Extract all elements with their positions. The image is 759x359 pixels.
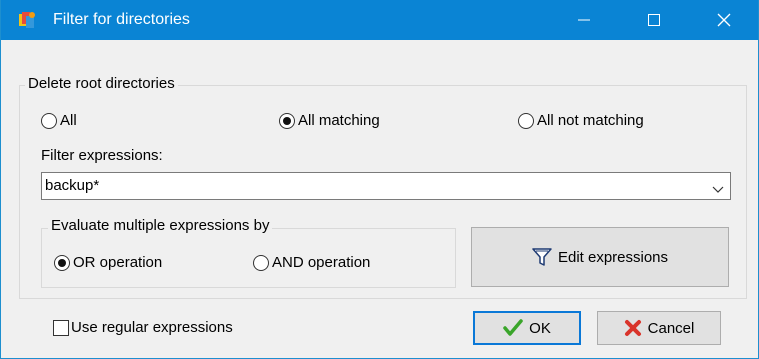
radio-or-label: OR operation (73, 254, 163, 271)
edit-expressions-button[interactable]: Edit expressions (471, 227, 729, 287)
filter-expressions-label: Filter expressions: (41, 147, 163, 164)
radio-and-operation[interactable]: AND operation (253, 254, 370, 272)
close-button[interactable] (701, 0, 747, 40)
filter-expressions-combo[interactable]: backup* (41, 172, 731, 200)
minimize-button[interactable] (561, 0, 607, 40)
dialog-window: Filter for directories Delete root direc… (0, 0, 759, 359)
radio-all-matching-circle[interactable] (279, 113, 295, 129)
use-regular-expressions-checkbox[interactable]: Use regular expressions (53, 319, 233, 337)
funnel-icon (532, 247, 552, 267)
app-icon (19, 11, 37, 29)
radio-all-not-matching-circle[interactable] (518, 113, 534, 129)
radio-all-matching-label: All matching (298, 112, 380, 129)
radio-all-matching[interactable]: All matching (279, 112, 380, 130)
radio-all-label: All (60, 112, 77, 129)
radio-and-circle[interactable] (253, 255, 269, 271)
use-regular-expressions-box[interactable] (53, 320, 69, 336)
radio-all[interactable]: All (41, 112, 77, 130)
window-title: Filter for directories (53, 11, 190, 28)
evaluate-group-label: Evaluate multiple expressions by (48, 217, 273, 235)
ok-button[interactable]: OK (473, 311, 581, 345)
title-bar: Filter for directories (1, 0, 758, 40)
cancel-button[interactable]: Cancel (597, 311, 721, 345)
radio-or-circle[interactable] (54, 255, 70, 271)
maximize-button[interactable] (631, 0, 677, 40)
close-icon (717, 13, 731, 27)
ok-label: OK (529, 319, 551, 337)
cross-icon (624, 319, 642, 337)
chevron-down-icon[interactable] (712, 181, 724, 198)
edit-expressions-label: Edit expressions (557, 248, 669, 266)
radio-or-operation[interactable]: OR operation (54, 254, 162, 272)
use-regular-expressions-label: Use regular expressions (71, 319, 233, 336)
radio-all-not-matching[interactable]: All not matching (518, 112, 644, 130)
filter-expressions-value[interactable]: backup* (45, 177, 99, 195)
radio-all-circle[interactable] (41, 113, 57, 129)
radio-and-label: AND operation (272, 254, 371, 271)
root-directories-group-label: Delete root directories (25, 75, 178, 93)
checkmark-icon (503, 319, 523, 337)
cancel-label: Cancel (647, 319, 695, 337)
radio-all-not-matching-label: All not matching (537, 112, 644, 129)
